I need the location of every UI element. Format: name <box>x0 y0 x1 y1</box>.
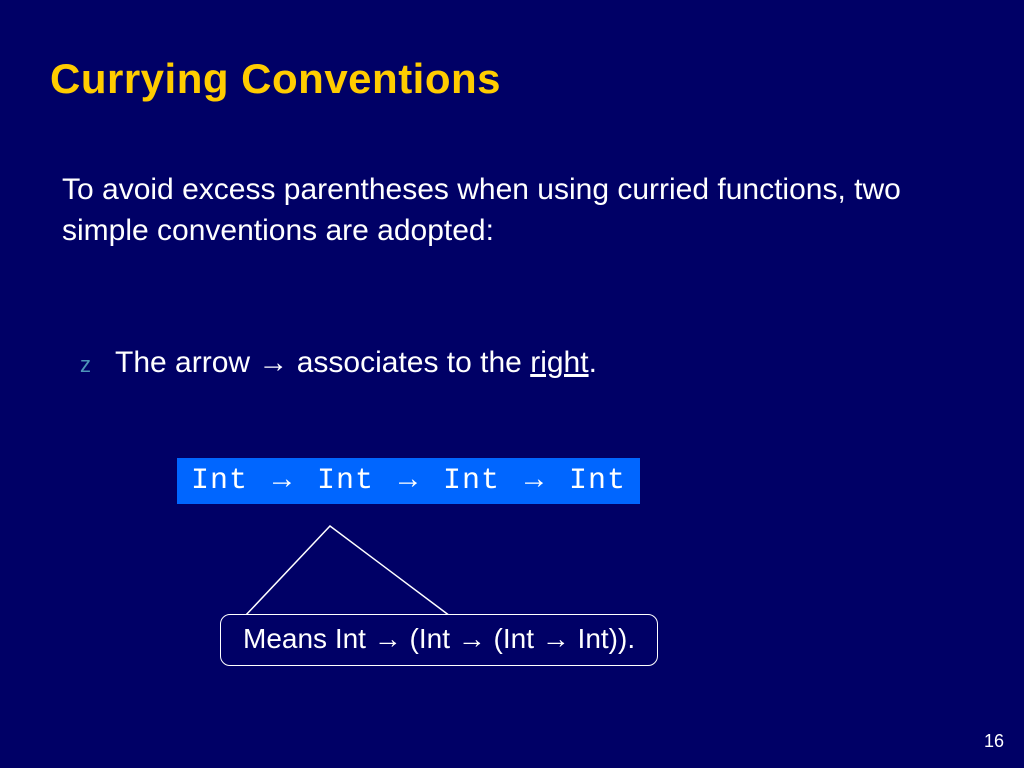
code-t3: Int <box>424 464 519 498</box>
callout-box: Means Int → (Int → (Int → Int)). <box>220 614 658 666</box>
bullet-underlined: right <box>530 346 588 379</box>
code-box: Int → Int → Int → Int <box>177 458 640 504</box>
callout: Means Int → (Int → (Int → Int)). <box>220 614 658 666</box>
callout-pre: Means Int <box>243 623 374 654</box>
callout-t2: (Int <box>402 623 458 654</box>
arrow-icon: → <box>374 623 402 654</box>
intro-paragraph: To avoid excess parentheses when using c… <box>62 170 932 251</box>
code-t1: Int <box>191 464 267 498</box>
code-t2: Int <box>298 464 393 498</box>
bullet-pre: The arrow <box>115 346 258 379</box>
arrow-icon: → <box>519 462 550 495</box>
callout-t4: Int)). <box>570 623 635 654</box>
arrow-icon: → <box>393 462 424 495</box>
arrow-icon: → <box>267 462 298 495</box>
bullet-text: The arrow → associates to the right. <box>115 346 597 380</box>
arrow-icon: → <box>458 623 486 654</box>
slide-title: Currying Conventions <box>50 55 501 103</box>
code-t4: Int <box>550 464 626 498</box>
bullet-mid: associates to the <box>288 346 530 379</box>
page-number: 16 <box>984 731 1004 752</box>
callout-leader <box>235 498 535 618</box>
callout-t3: (Int <box>486 623 542 654</box>
arrow-icon: → <box>542 623 570 654</box>
bullet-marker: z <box>80 352 91 378</box>
bullet-post: . <box>589 346 597 379</box>
bullet-item: z The arrow → associates to the right. <box>80 346 597 380</box>
arrow-icon: → <box>258 346 288 379</box>
